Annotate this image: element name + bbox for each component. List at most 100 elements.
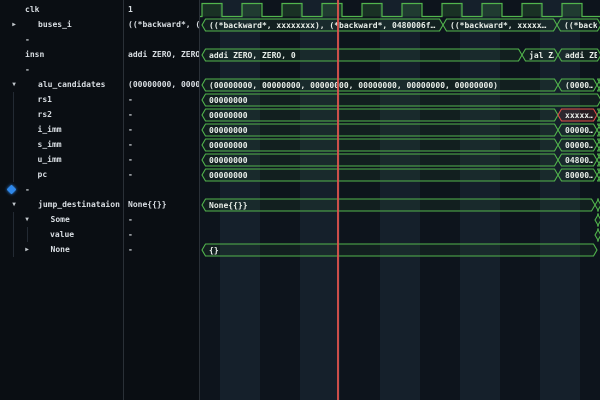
bus-value-text: addi ZERO [565, 50, 600, 60]
clock-high-fill [522, 4, 542, 17]
bus-segment [202, 169, 558, 181]
chevron-down-icon[interactable]: ▼ [22, 212, 32, 227]
signal-name-row[interactable]: - [0, 62, 123, 77]
bus-segment [595, 214, 600, 226]
signal-value-row: - [124, 137, 199, 152]
signal-name-row[interactable]: u_imm [0, 152, 123, 167]
signal-name-row[interactable]: - [0, 32, 123, 47]
signal-value-row: - [124, 122, 199, 137]
bus-value-text: 00000000 [209, 171, 248, 180]
signal-label: value [50, 227, 74, 242]
bus-segment [202, 94, 600, 106]
signal-cursor-value: None{{}} [128, 197, 167, 212]
signal-label: i_imm [38, 122, 62, 137]
bus-value-text: ((*backward*, xxxxxxxx), (*backward*, 04… [209, 21, 436, 30]
signal-value-row: - [124, 152, 199, 167]
signal-name-row[interactable]: rs2 [0, 107, 123, 122]
bus-value-text: 04800… [565, 156, 594, 165]
bus-value-text: None{{}} [209, 201, 248, 210]
clock-high-fill [442, 4, 462, 17]
marker-diamond-icon[interactable] [7, 185, 17, 195]
signal-label: rs1 [38, 92, 52, 107]
signal-cursor-value: - [128, 137, 133, 152]
signal-name-row[interactable]: clk [0, 2, 123, 17]
signal-names-panel[interactable]: clk▶buses_i-insn-▼alu_candidatesrs1rs2i_… [0, 0, 124, 400]
signal-label: s_imm [38, 137, 62, 152]
chevron-right-icon[interactable]: ▶ [9, 17, 19, 32]
signal-label: Some [51, 212, 70, 227]
signal-name-row[interactable]: rs1 [0, 92, 123, 107]
signal-name-row[interactable]: ▼ Some [0, 212, 123, 227]
bus-segment [202, 244, 597, 256]
signal-value-row: None{{}} [124, 197, 199, 212]
signal-cursor-value: addi ZERO, ZERO, 0 [128, 47, 200, 62]
signal-value-row: - [124, 212, 199, 227]
signal-value-row: - [124, 167, 199, 182]
bus-segment [202, 109, 558, 121]
signal-label: None [51, 242, 70, 257]
bus-value-text: ((*backward*, x [564, 21, 600, 30]
waveform-viewer-window: clk▶buses_i-insn-▼alu_candidatesrs1rs2i_… [0, 0, 600, 400]
clock-high-fill [562, 4, 582, 17]
signal-name-row[interactable]: s_imm [0, 137, 123, 152]
signal-label: clk [25, 2, 39, 17]
bus-segment [202, 154, 558, 166]
signal-name-row[interactable]: i_imm [0, 122, 123, 137]
signal-label: jump_destinataion [38, 197, 120, 212]
signal-cursor-value: - [128, 152, 133, 167]
signal-name-row[interactable]: ▼ alu_candidates [0, 77, 123, 92]
signal-label: rs2 [38, 107, 52, 122]
signal-cursor-value: - [128, 242, 133, 257]
waveform-canvas[interactable]: ((*backward*, xxxxxxxx), (*backward*, 04… [200, 0, 600, 400]
clock-high-fill [482, 4, 502, 17]
signal-value-row [124, 62, 199, 77]
signal-label: - [25, 32, 30, 47]
indent-guide [13, 212, 14, 257]
indent-guide [27, 227, 28, 242]
signal-label: insn [25, 47, 44, 62]
signal-cursor-value: - [128, 122, 133, 137]
signal-name-row[interactable]: pc [0, 167, 123, 182]
signal-label: buses_i [38, 17, 72, 32]
signal-value-row: addi ZERO, ZERO, 0 [124, 47, 199, 62]
waveform-area[interactable]: ((*backward*, xxxxxxxx), (*backward*, 04… [200, 0, 600, 400]
bus-value-text: 00000000 [209, 96, 248, 105]
chevron-right-icon[interactable]: ▶ [22, 242, 32, 257]
signal-name-row[interactable]: - [0, 182, 123, 197]
signal-value-row [124, 32, 199, 47]
bus-value-text: jal Z… [529, 50, 558, 60]
signal-value-row: - [124, 242, 199, 257]
signal-label: alu_candidates [38, 77, 105, 92]
bus-segment [595, 229, 600, 241]
clock-high-fill [402, 4, 422, 17]
bus-segment [202, 139, 558, 151]
bus-value-text: 00000… [565, 141, 594, 150]
bus-value-text: 80000… [565, 171, 594, 180]
clock-high-fill [242, 4, 262, 17]
bus-value-text: addi ZERO, ZERO, 0 [209, 50, 296, 60]
signal-value-row: 1 [124, 2, 199, 17]
chevron-down-icon[interactable]: ▼ [9, 77, 19, 92]
bus-value-text: (0000… [565, 81, 594, 90]
signal-cursor-value: - [128, 212, 133, 227]
signal-cursor-value: - [128, 167, 133, 182]
clock-high-fill [322, 4, 342, 17]
signal-label: u_imm [38, 152, 62, 167]
signal-value-row: - [124, 92, 199, 107]
bus-value-text: {} [209, 246, 219, 255]
bus-value-text: (00000000, 00000000, 00000000, 00000000,… [209, 81, 498, 90]
signal-name-row[interactable]: ▼ jump_destinataion [0, 197, 123, 212]
signal-name-row[interactable]: ▶ buses_i [0, 17, 123, 32]
signal-value-row: - [124, 227, 199, 242]
bus-value-text: ((*backward*, xxxxx… [450, 21, 547, 30]
signal-name-row[interactable]: value [0, 227, 123, 242]
signal-value-row: ((*backward*, (( [124, 17, 199, 32]
signal-name-row[interactable]: ▶ None [0, 242, 123, 257]
signal-label: - [25, 182, 30, 197]
signal-value-row [124, 182, 199, 197]
bus-segment [202, 124, 558, 136]
indent-guide [13, 92, 14, 182]
signal-name-row[interactable]: insn [0, 47, 123, 62]
chevron-down-icon[interactable]: ▼ [9, 197, 19, 212]
bus-value-text: 00000000 [209, 126, 248, 135]
